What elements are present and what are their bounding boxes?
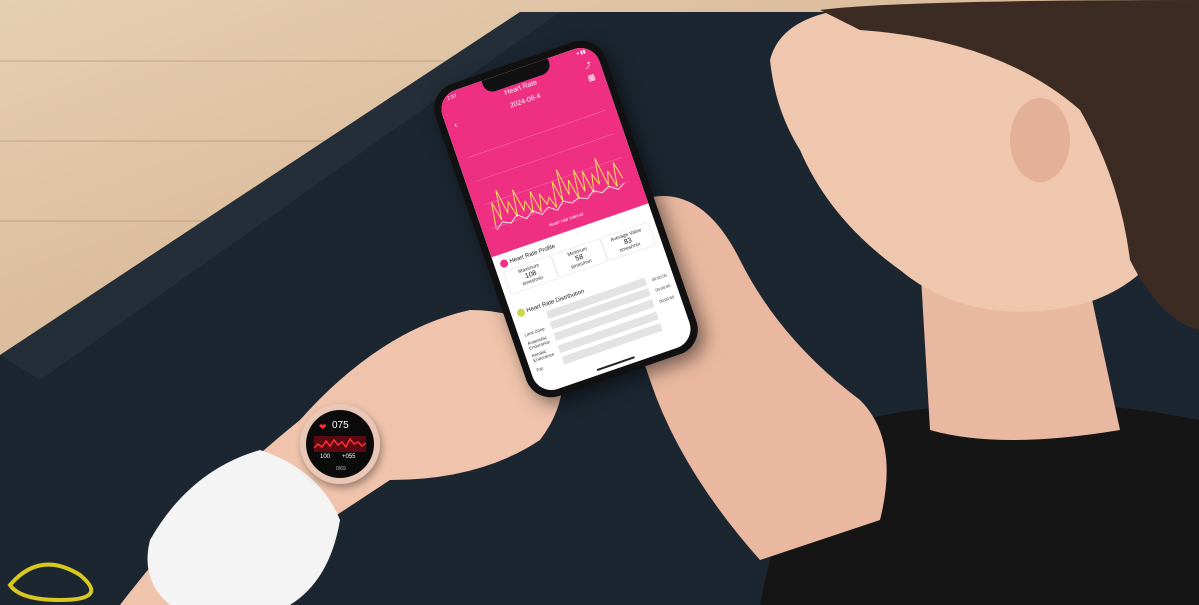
watch-left-value: 100 [320,454,331,460]
watch-right-value: +055 [342,454,356,460]
home-indicator[interactable] [596,356,636,372]
phone-screen: 2:37 ▾ ▮▮ Heart Rate ⤴ ‹ 2024-08-4 ▦ Hea… [436,42,696,396]
status-time: 2:37 [446,93,458,102]
smartwatch: ❤ 075 100 +055 0/69 [300,404,380,484]
photo-scene: ❤ 075 100 +055 0/69 2:37 ▾ ▮▮ Heart Rate… [0,0,1199,605]
heart-icon: ❤ [319,422,327,432]
status-icons: ▾ ▮▮ [575,48,587,58]
distribution-icon [515,307,527,318]
smartphone: 2:37 ▾ ▮▮ Heart Rate ⤴ ‹ 2024-08-4 ▦ Hea… [427,33,705,405]
phone-body: 2:37 ▾ ▮▮ Heart Rate ⤴ ‹ 2024-08-4 ▦ Hea… [427,33,705,405]
row-value [657,308,678,315]
row-value [661,320,682,327]
watch-heart-rate: 075 [332,420,349,431]
heart-icon [499,258,510,269]
heart-rate-graph [314,436,366,452]
row-value: 00:00:00 [658,293,675,304]
watch-face: ❤ 075 100 +055 0/69 [306,410,374,478]
watch-bottom-value: 0/69 [336,466,346,472]
